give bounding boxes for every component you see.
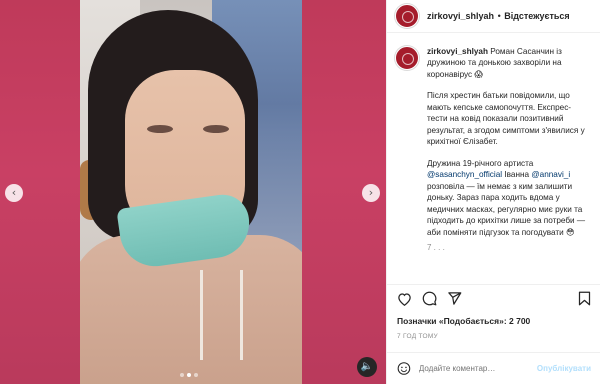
video-hoodie-cord	[240, 270, 243, 360]
caption-paragraph-part: Іванна	[504, 170, 530, 180]
caption-text: zirkovyi_shlyah Роман Сасанчин із дружин…	[427, 46, 591, 253]
publish-comment-button[interactable]: Опублікувати	[537, 364, 591, 373]
avatar[interactable]	[395, 46, 419, 70]
action-bar	[387, 284, 600, 312]
chevron-left-icon: ‹	[11, 186, 17, 199]
comment-bar: Опублікувати	[387, 352, 600, 384]
video-person-eye	[147, 125, 173, 133]
likes-count[interactable]: Позначки «Подобається»: 2 700	[397, 316, 530, 326]
video-player[interactable]	[80, 0, 302, 384]
video-person-eye	[203, 125, 229, 133]
previous-slide-button[interactable]: ‹	[5, 184, 23, 202]
caption-paragraph-part: Дружина 19-річного артиста	[427, 158, 534, 168]
carousel-dots	[180, 373, 198, 377]
instagram-post-modal: ‹ › 🔈 zirkovyi_shlyah • Відстежується zi…	[0, 0, 600, 384]
speaker-icon: 🔈	[360, 361, 374, 372]
caption-paragraph-part: розповіла — їм немає з ким залишити донь…	[427, 181, 586, 237]
post-timestamp[interactable]: 7 ГОД ТОМУ	[397, 333, 438, 340]
carousel-dot	[194, 373, 198, 377]
heart-icon[interactable]	[397, 292, 412, 306]
mention-link[interactable]: @sasanchyn_official	[427, 170, 502, 179]
separator-dot: •	[497, 11, 501, 21]
chevron-right-icon: ›	[368, 186, 374, 199]
mention-link[interactable]: @annavi_i	[531, 170, 570, 179]
post-header: zirkovyi_shlyah • Відстежується	[387, 0, 600, 33]
mute-toggle-button[interactable]: 🔈	[357, 357, 377, 377]
header-username[interactable]: zirkovyi_shlyah	[427, 11, 494, 21]
caption-more[interactable]: 7 . . .	[427, 242, 591, 253]
share-icon[interactable]	[447, 291, 462, 306]
caption-username[interactable]: zirkovyi_shlyah	[427, 47, 488, 56]
emoji-icon[interactable]	[397, 361, 411, 376]
comment-input[interactable]	[418, 364, 529, 373]
comment-icon[interactable]	[422, 291, 437, 306]
caption-area: zirkovyi_shlyah Роман Сасанчин із дружин…	[387, 38, 600, 278]
post-info-pane: zirkovyi_shlyah • Відстежується zirkovyi…	[386, 0, 600, 384]
caption-paragraph: Після хрестин батьки повідомили, що мают…	[427, 91, 585, 147]
next-slide-button[interactable]: ›	[362, 184, 380, 202]
avatar[interactable]	[395, 4, 419, 28]
following-button[interactable]: Відстежується	[504, 11, 569, 21]
video-hoodie-cord	[200, 270, 203, 360]
carousel-dot-active	[187, 373, 191, 377]
carousel-dot	[180, 373, 184, 377]
media-pane: ‹ › 🔈	[0, 0, 386, 384]
bookmark-icon[interactable]	[578, 291, 591, 306]
